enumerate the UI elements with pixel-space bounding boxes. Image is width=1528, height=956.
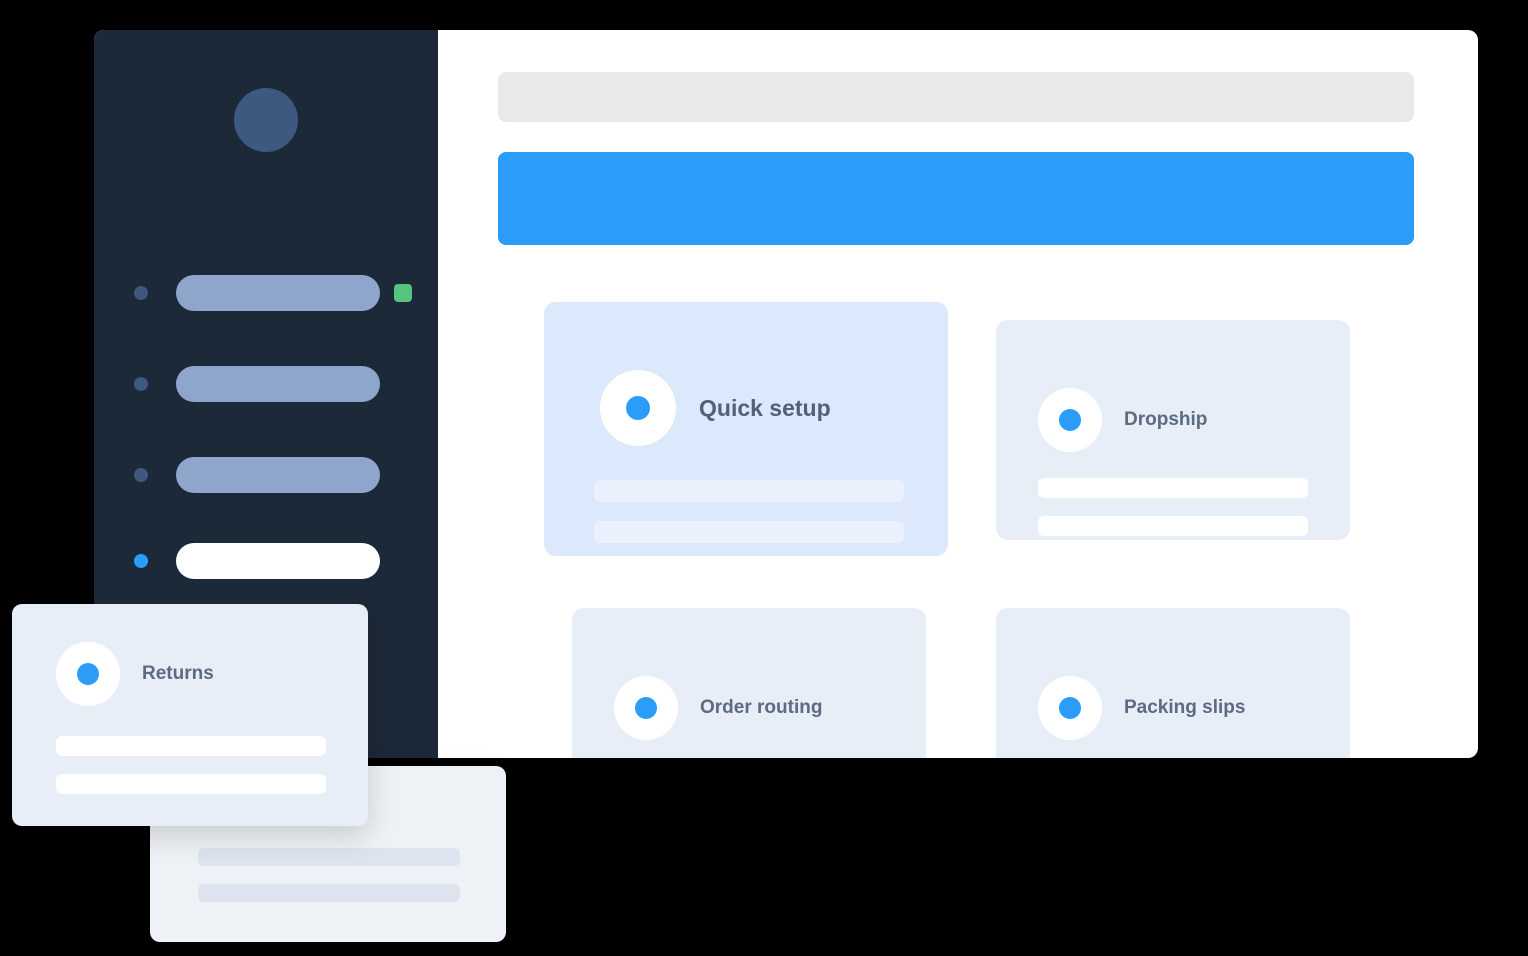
bullet-icon [134, 286, 148, 300]
dot-icon [77, 663, 99, 685]
card-header: Quick setup [600, 370, 831, 446]
circle-icon [600, 370, 676, 446]
card-title: Quick setup [699, 394, 831, 421]
sidebar-item-label-placeholder [176, 543, 380, 579]
sidebar-item-label-placeholder [176, 275, 380, 311]
circle-icon [614, 676, 678, 740]
card-text-placeholder-line [594, 480, 904, 502]
search-bar[interactable] [498, 72, 1414, 122]
dot-icon [1059, 697, 1081, 719]
card-text-placeholder-line [198, 848, 460, 866]
card-text-placeholder-line [198, 884, 460, 902]
sidebar-item-2[interactable] [134, 366, 380, 402]
primary-banner[interactable] [498, 152, 1414, 245]
bullet-icon [134, 377, 148, 391]
card-quick-setup[interactable]: Quick setup [544, 302, 948, 556]
card-text-placeholder-line [1038, 478, 1308, 498]
card-order-routing[interactable]: Order routing [572, 608, 926, 758]
card-text-placeholder-line [594, 521, 904, 543]
sidebar-item-label-placeholder [176, 366, 380, 402]
avatar[interactable] [234, 88, 298, 152]
card-text-placeholder-line [1038, 516, 1308, 536]
circle-icon [56, 642, 120, 706]
circle-icon [1038, 676, 1102, 740]
card-header: Dropship [1038, 388, 1207, 452]
card-text-placeholder-line [56, 736, 326, 756]
circle-icon [1038, 388, 1102, 452]
floating-card-returns[interactable]: Returns [12, 604, 368, 826]
card-packing-slips[interactable]: Packing slips [996, 608, 1350, 758]
sidebar-item-1[interactable] [134, 275, 412, 311]
bullet-icon-active [134, 554, 148, 568]
sidebar-item-3[interactable] [134, 457, 380, 493]
sidebar-item-4-active[interactable] [134, 543, 380, 579]
sidebar-item-label-placeholder [176, 457, 380, 493]
dot-icon [1059, 409, 1081, 431]
dot-icon [626, 396, 650, 420]
card-text-placeholder-line [56, 774, 326, 794]
dot-icon [635, 697, 657, 719]
card-title: Dropship [1124, 409, 1208, 430]
card-header: Order routing [614, 676, 822, 740]
card-header: Packing slips [1038, 676, 1245, 740]
card-dropship[interactable]: Dropship [996, 320, 1350, 540]
card-title: Returns [142, 663, 214, 684]
card-header: Returns [56, 642, 214, 706]
main-content-area: Quick setup Dropship Order routing Packi… [438, 30, 1478, 758]
card-title: Order routing [700, 697, 823, 718]
card-title: Packing slips [1124, 697, 1246, 718]
status-badge [394, 284, 412, 302]
bullet-icon [134, 468, 148, 482]
